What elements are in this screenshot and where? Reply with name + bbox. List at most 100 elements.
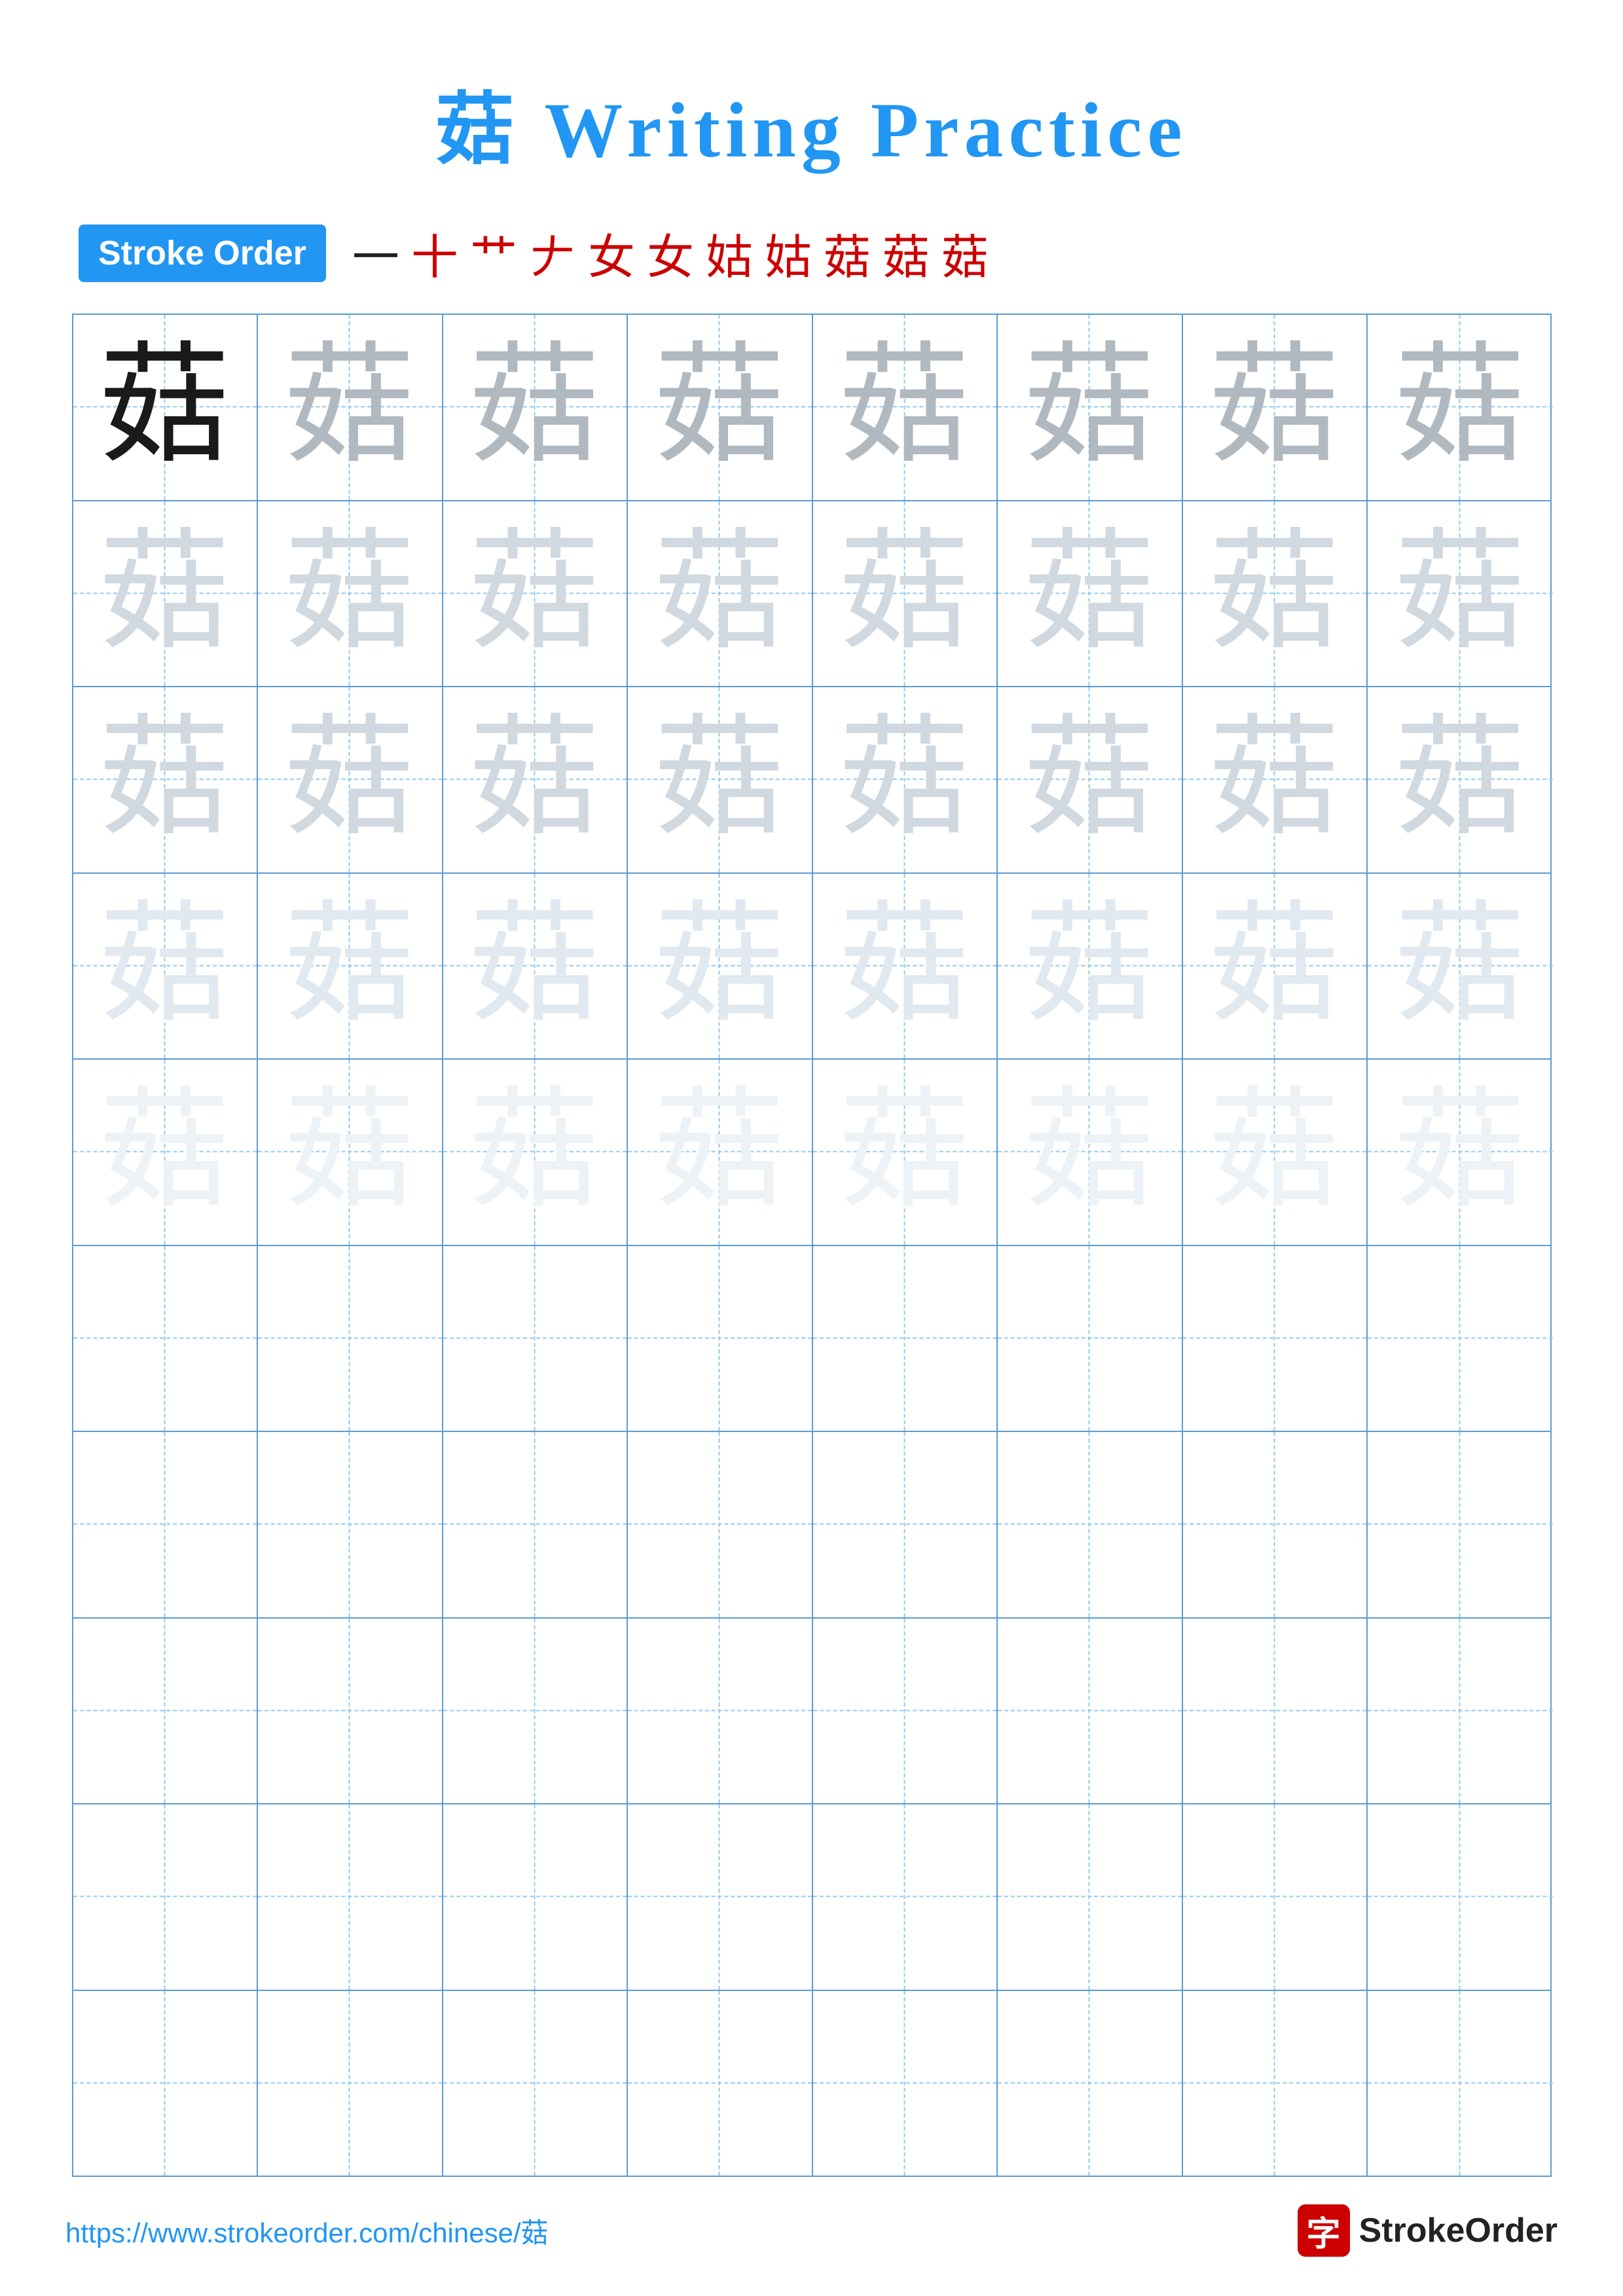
grid-cell[interactable]: 菇 [628,874,813,1059]
grid-cell[interactable]: 菇 [258,315,443,500]
grid-cell[interactable] [813,1619,998,1804]
grid-cell[interactable] [1368,1991,1553,2176]
grid-cell[interactable]: 菇 [73,315,259,500]
grid-cell[interactable]: 菇 [1368,874,1553,1059]
grid-row [73,1246,1550,1433]
grid-cell[interactable] [1183,1619,1368,1804]
grid-cell[interactable]: 菇 [813,501,998,687]
grid-cell[interactable]: 菇 [813,874,998,1059]
grid-cell[interactable] [443,1804,629,1990]
grid-cell[interactable]: 菇 [628,1060,813,1245]
practice-char: 菇 [1024,901,1155,1031]
practice-char: 菇 [100,528,230,659]
grid-cell[interactable]: 菇 [1183,315,1368,500]
grid-cell[interactable]: 菇 [628,315,813,500]
grid-cell[interactable]: 菇 [998,315,1183,500]
grid-cell[interactable]: 菇 [258,501,443,687]
grid-cell[interactable] [73,1619,259,1804]
grid-cell[interactable]: 菇 [1183,1060,1368,1245]
practice-char: 菇 [1395,528,1525,659]
grid-cell[interactable]: 菇 [1368,315,1553,500]
stroke-6: 女 [647,219,694,287]
grid-cell[interactable] [1183,1804,1368,1990]
grid-cell[interactable]: 菇 [998,1060,1183,1245]
stroke-10: 菇 [883,219,930,287]
grid-cell[interactable] [1183,1991,1368,2176]
grid-cell[interactable] [258,1619,443,1804]
grid-cell[interactable]: 菇 [1368,1060,1553,1245]
grid-cell[interactable] [1183,1246,1368,1431]
footer-link[interactable]: https://www.strokeorder.com/chinese/菇 [65,2211,549,2251]
grid-cell[interactable]: 菇 [258,1060,443,1245]
practice-char: 菇 [1209,901,1340,1031]
grid-cell[interactable]: 菇 [1183,501,1368,687]
grid-cell[interactable]: 菇 [1368,501,1553,687]
grid-cell[interactable]: 菇 [1183,687,1368,872]
grid-cell[interactable]: 菇 [443,501,629,687]
grid-cell[interactable] [998,1804,1183,1990]
stroke-4: 𠂇 [529,219,576,287]
grid-cell[interactable]: 菇 [258,687,443,872]
grid-cell[interactable] [1183,1432,1368,1617]
grid-cell[interactable] [1368,1246,1553,1431]
grid-cell[interactable]: 菇 [628,501,813,687]
grid-cell[interactable] [628,1804,813,1990]
grid-cell[interactable]: 菇 [73,687,259,872]
grid-cell[interactable] [1368,1432,1553,1617]
grid-cell[interactable] [258,1246,443,1431]
grid-cell[interactable] [628,1619,813,1804]
practice-char: 菇 [284,342,415,473]
grid-cell[interactable]: 菇 [998,687,1183,872]
grid-cell[interactable] [628,1991,813,2176]
practice-char: 菇 [100,342,230,473]
grid-cell[interactable] [73,1804,259,1990]
grid-cell[interactable] [258,1432,443,1617]
grid-cell[interactable] [73,1991,259,2176]
grid-cell[interactable] [998,1432,1183,1617]
practice-char: 菇 [654,1086,785,1217]
grid-cell[interactable]: 菇 [443,315,629,500]
grid-cell[interactable] [813,1991,998,2176]
grid-row [73,1619,1550,1805]
grid-cell[interactable] [258,1804,443,1990]
grid-cell[interactable]: 菇 [1183,874,1368,1059]
grid-cell[interactable] [1368,1804,1553,1990]
grid-cell[interactable]: 菇 [443,1060,629,1245]
grid-cell[interactable]: 菇 [443,874,629,1059]
practice-char: 菇 [654,342,785,473]
stroke-2: 十 [411,219,458,287]
grid-cell[interactable]: 菇 [813,1060,998,1245]
grid-cell[interactable]: 菇 [258,874,443,1059]
footer: https://www.strokeorder.com/chinese/菇 字 … [65,2178,1558,2257]
grid-cell[interactable] [443,1619,629,1804]
grid-cell[interactable]: 菇 [443,687,629,872]
grid-cell[interactable] [813,1432,998,1617]
grid-cell[interactable] [443,1246,629,1431]
grid-cell[interactable] [73,1246,259,1431]
grid-cell[interactable]: 菇 [1368,687,1553,872]
grid-cell[interactable]: 菇 [73,874,259,1059]
practice-char: 菇 [284,1086,415,1217]
grid-cell[interactable]: 菇 [813,315,998,500]
practice-char: 菇 [654,714,785,845]
practice-char: 菇 [839,901,970,1031]
grid-cell[interactable]: 菇 [998,501,1183,687]
grid-cell[interactable] [628,1246,813,1431]
grid-cell[interactable] [443,1432,629,1617]
grid-cell[interactable] [1368,1619,1553,1804]
grid-cell[interactable] [998,1619,1183,1804]
grid-cell[interactable] [443,1991,629,2176]
grid-cell[interactable] [813,1804,998,1990]
grid-cell[interactable] [998,1991,1183,2176]
grid-cell[interactable]: 菇 [73,1060,259,1245]
grid-cell[interactable] [998,1246,1183,1431]
grid-cell[interactable]: 菇 [998,874,1183,1059]
stroke-8: 姑 [765,219,812,287]
grid-cell[interactable]: 菇 [73,501,259,687]
grid-cell[interactable]: 菇 [628,687,813,872]
grid-cell[interactable] [628,1432,813,1617]
grid-cell[interactable] [813,1246,998,1431]
grid-cell[interactable] [73,1432,259,1617]
grid-cell[interactable] [258,1991,443,2176]
grid-cell[interactable]: 菇 [813,687,998,872]
